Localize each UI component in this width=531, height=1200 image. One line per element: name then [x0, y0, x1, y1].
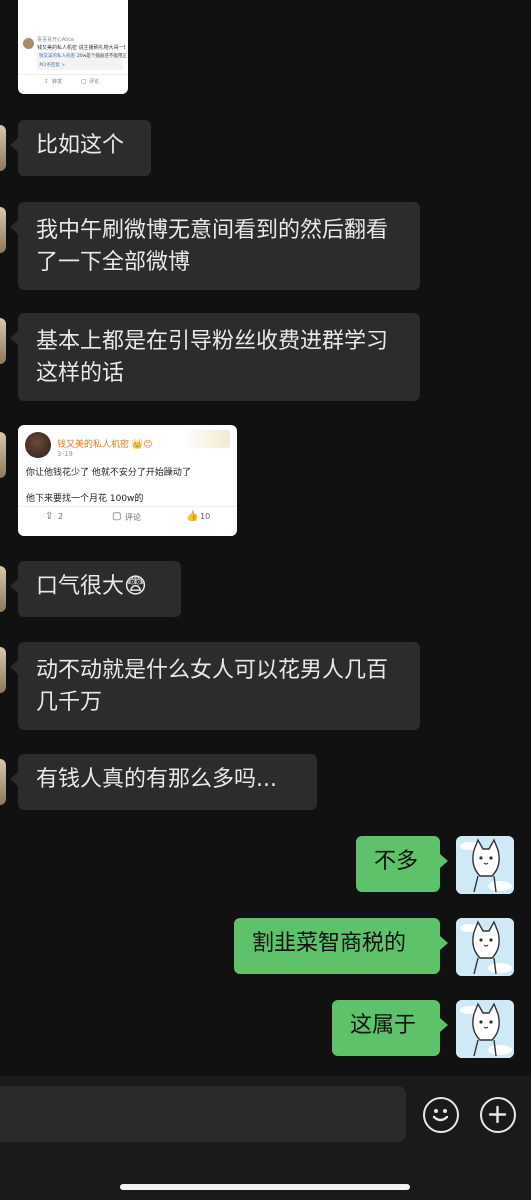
- plus-circle-icon[interactable]: [480, 1097, 516, 1133]
- message-text: 这属于: [350, 1013, 417, 1038]
- forwarded-screenshot-top[interactable]: 喜喜喜开心Alice 钱又美的私人机密 说主播刷礼物大哥一晚上就20w了 钱又美…: [18, 0, 128, 94]
- contact-avatar[interactable]: [0, 566, 6, 612]
- contact-avatar[interactable]: [0, 759, 6, 805]
- share-icon: ⇪: [45, 511, 54, 522]
- message-bubble-self[interactable]: 这属于: [332, 1000, 448, 1056]
- weibo-repost-count: 2: [58, 512, 64, 521]
- message-input[interactable]: [0, 1086, 406, 1142]
- screenshot-reply-box: 钱又美的私人机密 20w是个鼓励还不能用正 共2条回复 >: [37, 52, 127, 70]
- home-indicator[interactable]: [120, 1184, 410, 1190]
- smiley-icon[interactable]: [423, 1097, 459, 1133]
- screenshot-divider: [18, 74, 128, 75]
- message-text: 割韭菜智商税的: [252, 931, 407, 956]
- share-icon: ⇪: [44, 78, 50, 85]
- weibo-username: 钱又美的私人机密 👑😊: [57, 440, 153, 450]
- contact-avatar[interactable]: [0, 318, 6, 364]
- weibo-like-count: 10: [200, 512, 211, 521]
- message-text: 动不动就是什么女人可以花男人几百几千万: [36, 658, 389, 715]
- message-text: 我中午刷微博无意间看到的然后翻看了一下全部微博: [36, 218, 389, 275]
- screenshot-more: 共2条回复 >: [39, 63, 66, 68]
- message-text: 口气很大😨: [36, 574, 147, 599]
- self-avatar[interactable]: [456, 1000, 514, 1058]
- forwarded-screenshot-weibo[interactable]: 钱又美的私人机密 👑😊 3-19 你让他钱花少了 他就不安分了开始躁动了 他下来…: [18, 425, 237, 536]
- comment-icon: ▢: [112, 511, 122, 522]
- message-bubble[interactable]: 动不动就是什么女人可以花男人几百几千万: [10, 642, 420, 730]
- contact-avatar[interactable]: [0, 207, 6, 253]
- message-bubble[interactable]: 比如这个: [10, 120, 151, 176]
- weibo-divider: [18, 506, 237, 507]
- contact-avatar[interactable]: [0, 125, 6, 171]
- cat-avatar-icon: [456, 836, 514, 894]
- cat-avatar-icon: [456, 918, 514, 976]
- message-text: 基本上都是在引导粉丝收费进群学习这样的话: [36, 329, 389, 386]
- like-icon: 👍: [186, 511, 199, 522]
- screenshot-line: 钱又美的私人机密 说主播刷礼物大哥一晚上就20w了: [37, 45, 125, 51]
- message-bubble[interactable]: 口气很大😨: [10, 561, 181, 617]
- contact-avatar[interactable]: [0, 647, 6, 693]
- smiley-glyph: [432, 1109, 449, 1122]
- weibo-date: 3-19: [57, 450, 73, 458]
- screenshot-username: 喜喜喜开心Alice: [37, 37, 75, 43]
- message-text: 有钱人真的有那么多吗...: [36, 767, 277, 792]
- screenshot-share-label: 转发: [52, 79, 63, 85]
- message-bubble-self[interactable]: 割韭菜智商税的: [234, 918, 448, 974]
- message-bubble[interactable]: 有钱人真的有那么多吗...: [10, 754, 317, 810]
- cat-avatar-icon: [456, 1000, 514, 1058]
- screenshot-comment-label: 评论: [89, 79, 100, 85]
- screenshot-reply-name: 钱又美的私人机密: [39, 54, 75, 59]
- weibo-avatar: [25, 432, 51, 458]
- screenshot-reply-text: 20w是个鼓励还不能用正: [77, 54, 127, 59]
- self-avatar[interactable]: [456, 918, 514, 976]
- message-bubble-self[interactable]: 不多: [356, 836, 448, 892]
- weibo-comment-label: 评论: [125, 513, 141, 522]
- message-text: 比如这个: [36, 133, 125, 158]
- message-bubble[interactable]: 基本上都是在引导粉丝收费进群学习这样的话: [10, 313, 420, 401]
- plus-glyph: [488, 1105, 507, 1124]
- weibo-text-line: 你让他钱花少了 他就不安分了开始躁动了: [26, 468, 191, 478]
- message-bubble[interactable]: 我中午刷微博无意间看到的然后翻看了一下全部微博: [10, 202, 420, 290]
- weibo-text-line: 他下来要找一个月花 100w的: [26, 494, 144, 504]
- comment-icon: ▢: [81, 78, 87, 85]
- weibo-decoration: [182, 430, 230, 448]
- screenshot-avatar: [23, 38, 34, 49]
- self-avatar[interactable]: [456, 836, 514, 894]
- message-text: 不多: [374, 849, 419, 874]
- contact-avatar[interactable]: [0, 432, 6, 478]
